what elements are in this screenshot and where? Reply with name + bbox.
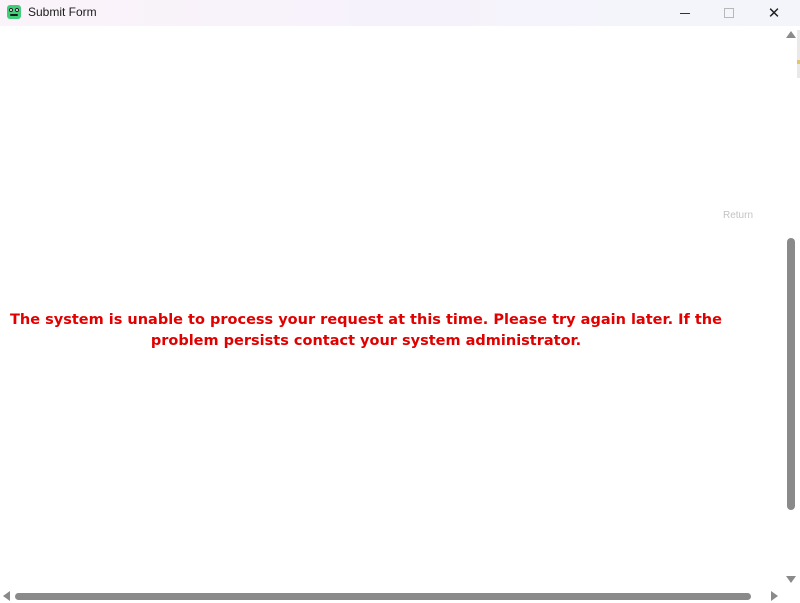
app-icon	[7, 5, 21, 19]
scroll-right-arrow-icon[interactable]	[771, 591, 778, 601]
horizontal-scrollbar[interactable]	[0, 588, 784, 603]
scroll-left-arrow-icon[interactable]	[3, 591, 10, 601]
maximize-icon	[724, 8, 734, 18]
scroll-down-arrow-icon[interactable]	[786, 576, 796, 583]
minimize-icon	[680, 12, 690, 14]
scroll-up-arrow-icon[interactable]	[786, 31, 796, 38]
error-message: The system is unable to process your req…	[10, 312, 722, 349]
vertical-scrollbar[interactable]	[784, 26, 800, 588]
close-icon: ✕	[767, 4, 781, 22]
vertical-scroll-thumb[interactable]	[787, 238, 795, 510]
scrollbar-corner	[784, 588, 800, 603]
page-content: Return The system is unable to process y…	[0, 26, 784, 588]
return-link[interactable]: Return	[723, 210, 753, 221]
window-title: Submit Form	[28, 5, 97, 19]
horizontal-scroll-thumb[interactable]	[15, 593, 751, 600]
maximize-button[interactable]	[706, 0, 752, 26]
minimize-button[interactable]	[662, 0, 708, 26]
app-window: Submit Form ✕ Return The system is unabl…	[0, 0, 800, 603]
close-button[interactable]: ✕	[751, 0, 797, 26]
title-bar[interactable]: Submit Form ✕	[0, 0, 800, 26]
